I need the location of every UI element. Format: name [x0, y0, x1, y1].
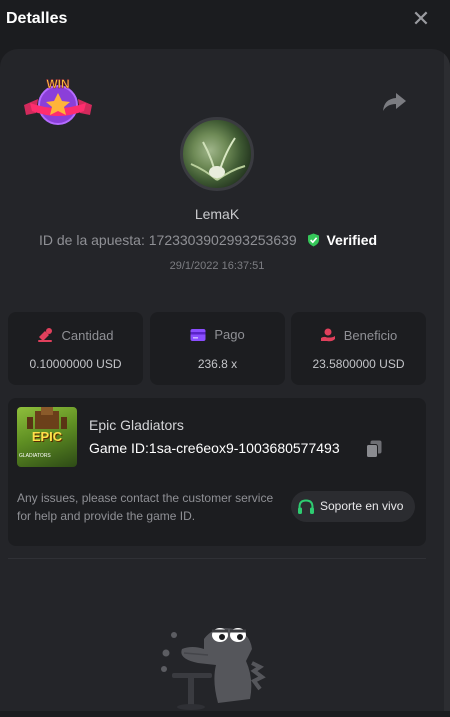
avatar	[180, 117, 254, 191]
card-icon	[190, 329, 206, 341]
stat-label: Pago	[214, 327, 245, 342]
stat-card-pago: Pago 236.8 x	[150, 312, 285, 385]
stat-label: Beneficio	[343, 328, 398, 343]
divider	[8, 558, 426, 559]
bet-date: 29/1/2022 16:37:51	[169, 260, 265, 272]
close-icon[interactable]: ✕	[410, 8, 432, 30]
stat-card-beneficio: Beneficio 23.5800000 USD	[291, 312, 426, 385]
win-badge-icon: WIN	[24, 77, 92, 125]
modal-header: Detalles ✕	[0, 0, 450, 46]
thumb-title: EPIC	[31, 429, 63, 444]
game-name: Epic Gladiators	[89, 417, 184, 433]
stat-value: 236.8 x	[197, 357, 238, 371]
headset-icon	[298, 499, 314, 514]
bet-id-row: ID de la apuesta: 1723303902993253639 Ve…	[39, 232, 377, 248]
issues-text: Any issues, please contact the customer …	[17, 491, 274, 523]
stat-value: 0.10000000 USD	[29, 357, 122, 371]
game-id-label: Game ID:	[89, 440, 149, 456]
modal-title: Detalles	[6, 10, 68, 27]
verified-shield-icon	[307, 233, 319, 247]
game-id-value: 1sa-cre6eox9-1003680577493	[148, 440, 340, 456]
details-panel: WIN LemaK ID de la apuesta: 172330390299…	[0, 49, 450, 711]
game-id-row: Game ID:1sa-cre6eox9-1003680577493	[89, 440, 340, 456]
verified-label: Verified	[326, 232, 378, 248]
bet-id-value: 1723303902993253639	[148, 232, 297, 248]
thumb-subtitle: GLADIATORS	[19, 453, 51, 459]
share-icon[interactable]	[381, 91, 407, 113]
username: LemaK	[194, 206, 240, 222]
crocodile-mascot-icon	[161, 628, 266, 710]
live-support-button[interactable]: Soporte en vivo	[291, 491, 415, 522]
game-thumbnail[interactable]: EPIC GLADIATORS	[17, 407, 77, 467]
badge-text: WIN	[46, 77, 69, 91]
live-support-label: Soporte en vivo	[320, 499, 404, 513]
copy-icon[interactable]	[366, 440, 382, 458]
hand-coin-icon	[320, 328, 335, 342]
scrollbar-track[interactable]	[444, 49, 450, 711]
gladiator-art-icon	[27, 407, 67, 429]
avatar-plant-image	[190, 137, 246, 181]
bet-id-label: ID de la apuesta:	[39, 232, 145, 248]
stat-label: Cantidad	[61, 328, 114, 343]
stat-card-cantidad: Cantidad 0.10000000 USD	[8, 312, 143, 385]
stat-value: 23.5800000 USD	[312, 357, 405, 371]
coins-icon	[38, 328, 53, 342]
game-card: EPIC GLADIATORS Epic Gladiators Game ID:…	[8, 398, 426, 546]
